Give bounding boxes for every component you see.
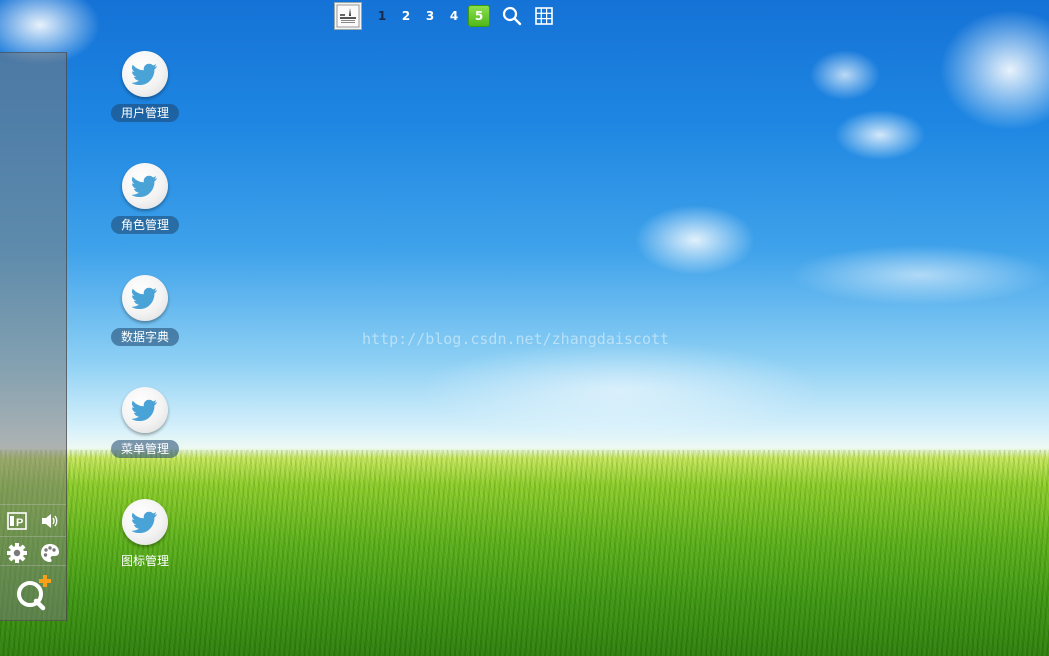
app-label: 图标管理 <box>120 554 169 568</box>
side-dock: P <box>0 52 67 621</box>
desktop: http://blog.csdn.net/zhangdaiscott 1 2 3… <box>0 0 1049 656</box>
twitter-bird-icon <box>122 387 168 433</box>
page-1[interactable]: 1 <box>370 9 394 23</box>
app-label: 数据字典 <box>110 328 179 346</box>
page-5[interactable]: 5 <box>468 5 490 27</box>
app-menu-management[interactable]: 菜单管理 <box>105 387 185 458</box>
widget-icon[interactable]: P <box>4 508 30 534</box>
twitter-bird-icon <box>122 275 168 321</box>
app-label: 用户管理 <box>110 104 179 122</box>
dock-row-1: P <box>0 504 66 537</box>
page-2[interactable]: 2 <box>394 9 418 23</box>
app-data-dictionary[interactable]: 数据字典 <box>105 275 185 346</box>
qq-plus-icon[interactable] <box>0 565 66 620</box>
watermark: http://blog.csdn.net/zhangdaiscott <box>362 330 670 348</box>
search-icon[interactable] <box>500 4 524 28</box>
app-label: 角色管理 <box>110 216 179 234</box>
top-bar: 1 2 3 4 5 <box>334 0 556 32</box>
page-4[interactable]: 4 <box>442 9 466 23</box>
gear-icon[interactable] <box>4 540 30 566</box>
app-user-management[interactable]: 用户管理 <box>105 51 185 122</box>
palette-icon[interactable] <box>37 540 63 566</box>
app-role-management[interactable]: 角色管理 <box>105 163 185 234</box>
twitter-bird-icon <box>122 163 168 209</box>
grid-icon[interactable] <box>532 4 556 28</box>
user-avatar-icon[interactable] <box>334 2 362 30</box>
app-icon-management[interactable]: 图标管理 <box>105 499 185 570</box>
page-3[interactable]: 3 <box>418 9 442 23</box>
speaker-icon[interactable] <box>37 508 63 534</box>
svg-text:P: P <box>16 517 23 529</box>
app-label: 菜单管理 <box>110 440 179 458</box>
twitter-bird-icon <box>122 499 168 545</box>
twitter-bird-icon <box>122 51 168 97</box>
